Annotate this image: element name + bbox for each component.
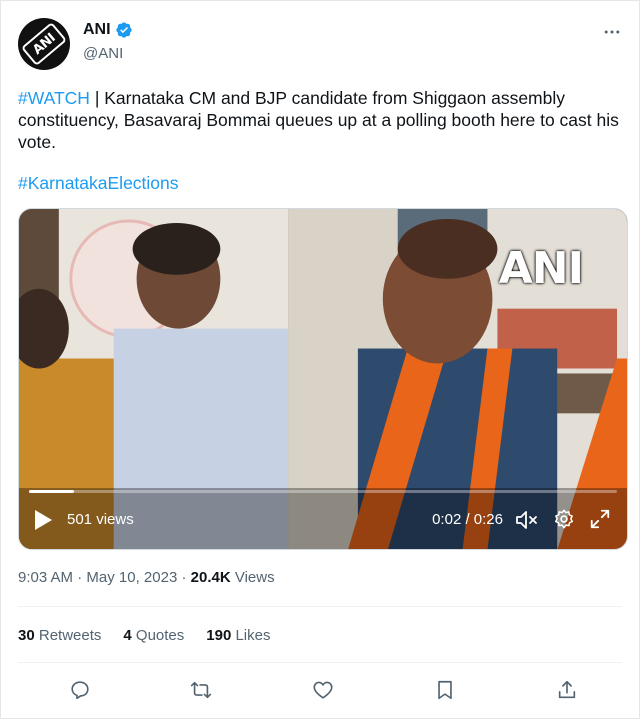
like-button[interactable]	[310, 677, 336, 703]
views-label: Views	[230, 569, 275, 586]
views-count: 20.4K	[190, 569, 231, 586]
retweets-count: 30	[18, 627, 35, 644]
bookmark-button[interactable]	[432, 677, 458, 703]
avatar[interactable]: ANI	[18, 18, 70, 70]
hashtag-watch[interactable]: #WATCH	[18, 88, 90, 108]
mute-icon[interactable]	[515, 509, 539, 531]
video-time: 0:02 / 0:26	[432, 511, 503, 528]
divider	[18, 606, 622, 607]
retweet-icon	[190, 681, 212, 699]
meta-dot: ·	[73, 569, 87, 586]
video-player[interactable]: ANI 501 views 0:02 / 0:26	[18, 208, 628, 550]
share-icon	[558, 680, 576, 699]
video-controls: 501 views 0:02 / 0:26	[19, 495, 627, 549]
tweet-time[interactable]: 9:03 AM	[18, 569, 73, 586]
retweets-stat[interactable]: 30 Retweets	[18, 627, 101, 644]
ani-logo: ANI	[20, 21, 68, 67]
tweet-text: #WATCH | Karnataka CM and BJP candidate …	[18, 87, 623, 153]
video-views: 501 views	[67, 511, 134, 528]
gear-icon[interactable]	[553, 508, 575, 530]
likes-label: Likes	[231, 627, 271, 644]
likes-count: 190	[206, 627, 232, 644]
video-progress-fill	[29, 490, 75, 493]
more-icon[interactable]	[601, 21, 623, 43]
tweet-date[interactable]: May 10, 2023	[86, 569, 177, 586]
heart-icon	[313, 681, 333, 699]
divider	[18, 662, 622, 663]
verified-badge-icon	[115, 22, 132, 38]
avatar-text: ANI	[29, 30, 59, 58]
share-button[interactable]	[554, 677, 580, 703]
author-handle[interactable]: @ANI	[83, 45, 123, 62]
text-separator: |	[89, 88, 105, 108]
likes-stat[interactable]: 190 Likes	[206, 627, 270, 644]
quotes-label: Quotes	[131, 627, 185, 644]
meta-dot: ·	[177, 569, 191, 586]
quotes-stat[interactable]: 4 Quotes	[123, 627, 184, 644]
tweet-meta: 9:03 AM · May 10, 2023 · 20.4K Views	[18, 569, 275, 586]
author-display-name[interactable]: ANI	[83, 21, 111, 39]
hashtag-karnataka-elections[interactable]: #KarnatakaElections	[18, 173, 179, 194]
fullscreen-icon[interactable]	[589, 508, 611, 530]
play-icon[interactable]	[33, 509, 53, 531]
author-name-row[interactable]: ANI	[83, 21, 133, 39]
tweet-stats: 30 Retweets 4 Quotes 190 Likes	[18, 627, 270, 644]
action-bar	[1, 677, 639, 703]
video-watermark: ANI	[498, 243, 584, 294]
tweet-card: ANI ANI @ANI #WATCH | Karnataka CM and B…	[0, 0, 640, 719]
reply-button[interactable]	[67, 677, 93, 703]
quotes-count: 4	[123, 627, 132, 644]
video-progress-bar[interactable]	[29, 490, 617, 493]
reply-icon	[71, 681, 89, 700]
retweet-button[interactable]	[188, 677, 214, 703]
bookmark-icon	[438, 680, 452, 700]
tweet-body: Karnataka CM and BJP candidate from Shig…	[18, 88, 619, 152]
retweets-label: Retweets	[34, 627, 102, 644]
